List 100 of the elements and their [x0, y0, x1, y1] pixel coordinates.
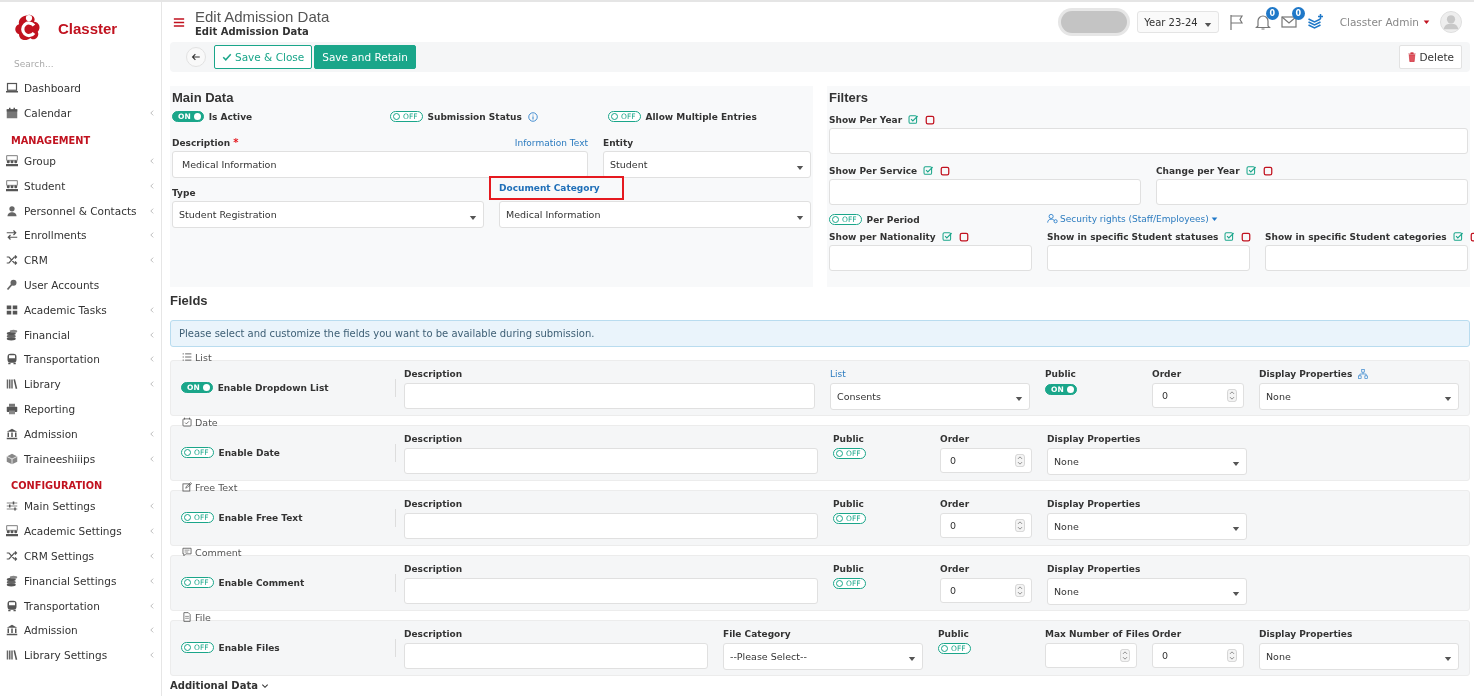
field-label: Description	[404, 564, 463, 574]
number-field[interactable]	[1045, 642, 1137, 668]
sidebar-item[interactable]: Admission	[6, 617, 161, 643]
sidebar-item[interactable]: Library Settings	[6, 642, 161, 668]
caret-icon	[1423, 19, 1430, 25]
sidebar-item[interactable]: Transportation	[6, 346, 161, 372]
toggle-label: Enable Dropdown List	[217, 382, 329, 393]
check-square-icon[interactable]	[1245, 165, 1257, 176]
check-square-icon[interactable]	[1452, 231, 1464, 242]
layers-plus-icon[interactable]	[1306, 14, 1324, 30]
chevron-left-icon	[149, 651, 155, 660]
dropdown-field[interactable]: None	[1047, 447, 1247, 475]
sidebar-item[interactable]: Academic Tasks	[6, 297, 161, 323]
sidebar-item[interactable]: Calendar	[6, 100, 161, 126]
multi-select-field[interactable]	[829, 245, 1032, 271]
check-square-icon[interactable]	[941, 231, 953, 242]
text-field[interactable]	[404, 642, 708, 669]
group-title: Comment	[195, 546, 242, 558]
delete-button[interactable]: Delete	[1398, 45, 1462, 69]
square-icon[interactable]	[1241, 231, 1252, 242]
toggle-label: Enable Free Text	[218, 512, 303, 523]
square-icon[interactable]	[1262, 165, 1273, 176]
printer-icon	[6, 402, 18, 415]
multi-select-field[interactable]	[829, 128, 1468, 154]
year-dropdown[interactable]: Year 23-24	[1137, 11, 1219, 33]
multi-select-field[interactable]	[1047, 245, 1250, 271]
check-square-icon[interactable]	[923, 165, 935, 176]
dropdown-field[interactable]: Student Registration	[172, 201, 484, 228]
sidebar-item[interactable]: CRM	[6, 247, 161, 273]
sidebar-item[interactable]: Reporting	[6, 396, 161, 422]
info-message: Please select and customize the fields you want to be available during submission.	[170, 320, 1470, 347]
sidebar-item[interactable]: Academic Settings	[6, 518, 161, 544]
section-heading: MANAGEMENT	[10, 133, 92, 148]
sidebar-item[interactable]: Traineeshiiips	[6, 446, 161, 471]
count-badge: 0	[1265, 7, 1279, 20]
multi-select-field[interactable]	[1156, 179, 1468, 205]
number-field[interactable]: 0	[1152, 382, 1244, 408]
dropdown-field[interactable]: Consents	[830, 382, 1030, 410]
number-field[interactable]: 0	[940, 512, 1032, 538]
square-icon[interactable]	[958, 231, 969, 242]
sidebar-item[interactable]: User Accounts	[6, 272, 161, 298]
sidebar-item[interactable]: Enrollments	[6, 223, 161, 248]
sidebar-item[interactable]: Personnel & Contacts	[6, 198, 161, 223]
dropdown-field[interactable]: Medical Information	[499, 201, 811, 228]
chevron-left-icon	[149, 626, 155, 635]
search-field[interactable]: Search...	[12, 58, 152, 70]
sidebar-item[interactable]: Main Settings	[6, 493, 161, 519]
number-field[interactable]: 0	[1152, 642, 1244, 668]
envelope-icon[interactable]	[1280, 14, 1297, 30]
check-square-icon[interactable]	[908, 114, 920, 125]
calendar-icon	[182, 417, 192, 427]
text-field[interactable]	[404, 512, 818, 539]
square-icon[interactable]	[940, 165, 951, 176]
spinner-arrows-icon	[1227, 388, 1237, 402]
sidebar-item[interactable]: Transportation	[6, 593, 161, 618]
sidebar-item[interactable]: Financial Settings	[6, 568, 161, 594]
section-title: Fields	[170, 293, 209, 308]
text-field[interactable]	[404, 447, 818, 474]
security-rights-link[interactable]: Security rights (Staff/Employees)	[1047, 213, 1218, 224]
check-square-icon[interactable]	[1224, 231, 1236, 242]
field-link[interactable]: List	[830, 369, 846, 379]
information-text-link[interactable]: Information Text	[514, 137, 588, 148]
sidebar-item[interactable]: Group	[6, 148, 161, 174]
group-title: File	[195, 611, 211, 623]
sidebar-item[interactable]: Financial	[6, 322, 161, 347]
chevron-left-icon	[149, 355, 155, 364]
text-field[interactable]	[404, 577, 818, 604]
sidebar-item[interactable]: Library	[6, 371, 161, 397]
number-field[interactable]: 0	[940, 447, 1032, 473]
text-field[interactable]	[404, 382, 815, 409]
sidebar-item[interactable]: Student	[6, 173, 161, 199]
dropdown-field[interactable]: None	[1047, 512, 1247, 540]
square-icon[interactable]	[925, 114, 936, 125]
field-label: Description	[404, 434, 463, 444]
blurred-placeholder	[1061, 11, 1128, 33]
back-button[interactable]	[186, 47, 206, 67]
sidebar-item[interactable]: Admission	[6, 421, 161, 447]
description-field[interactable]: Medical Information	[172, 151, 588, 178]
flag-icon[interactable]	[1228, 14, 1245, 30]
dropdown-field[interactable]: None	[1047, 577, 1247, 605]
bell-icon[interactable]	[1254, 14, 1271, 30]
dropdown-field[interactable]: --Please Select--	[723, 642, 923, 670]
dropdown-field[interactable]: Student	[603, 151, 811, 178]
sidebar-item[interactable]: CRM Settings	[6, 543, 161, 569]
spinner-arrows-icon	[1015, 518, 1025, 532]
menu-icon[interactable]	[173, 16, 185, 28]
section-heading: CONFIGURATION	[10, 478, 104, 493]
dropdown-field[interactable]: None	[1259, 382, 1459, 410]
dropdown-field[interactable]: None	[1259, 642, 1459, 670]
brand-name: Classter	[58, 19, 118, 37]
number-field[interactable]: 0	[940, 577, 1032, 603]
sidebar-item[interactable]: Dashboard	[6, 76, 161, 101]
chevron-left-icon	[149, 502, 155, 511]
multi-select-field[interactable]	[1265, 245, 1468, 271]
field-label: Description	[404, 369, 463, 379]
multi-select-field[interactable]	[829, 179, 1141, 205]
field-label: Description	[404, 629, 463, 639]
section-title: Filters	[829, 90, 869, 105]
user-menu[interactable]: Classter Admin	[1339, 16, 1430, 28]
field-label: Order	[1152, 629, 1182, 639]
